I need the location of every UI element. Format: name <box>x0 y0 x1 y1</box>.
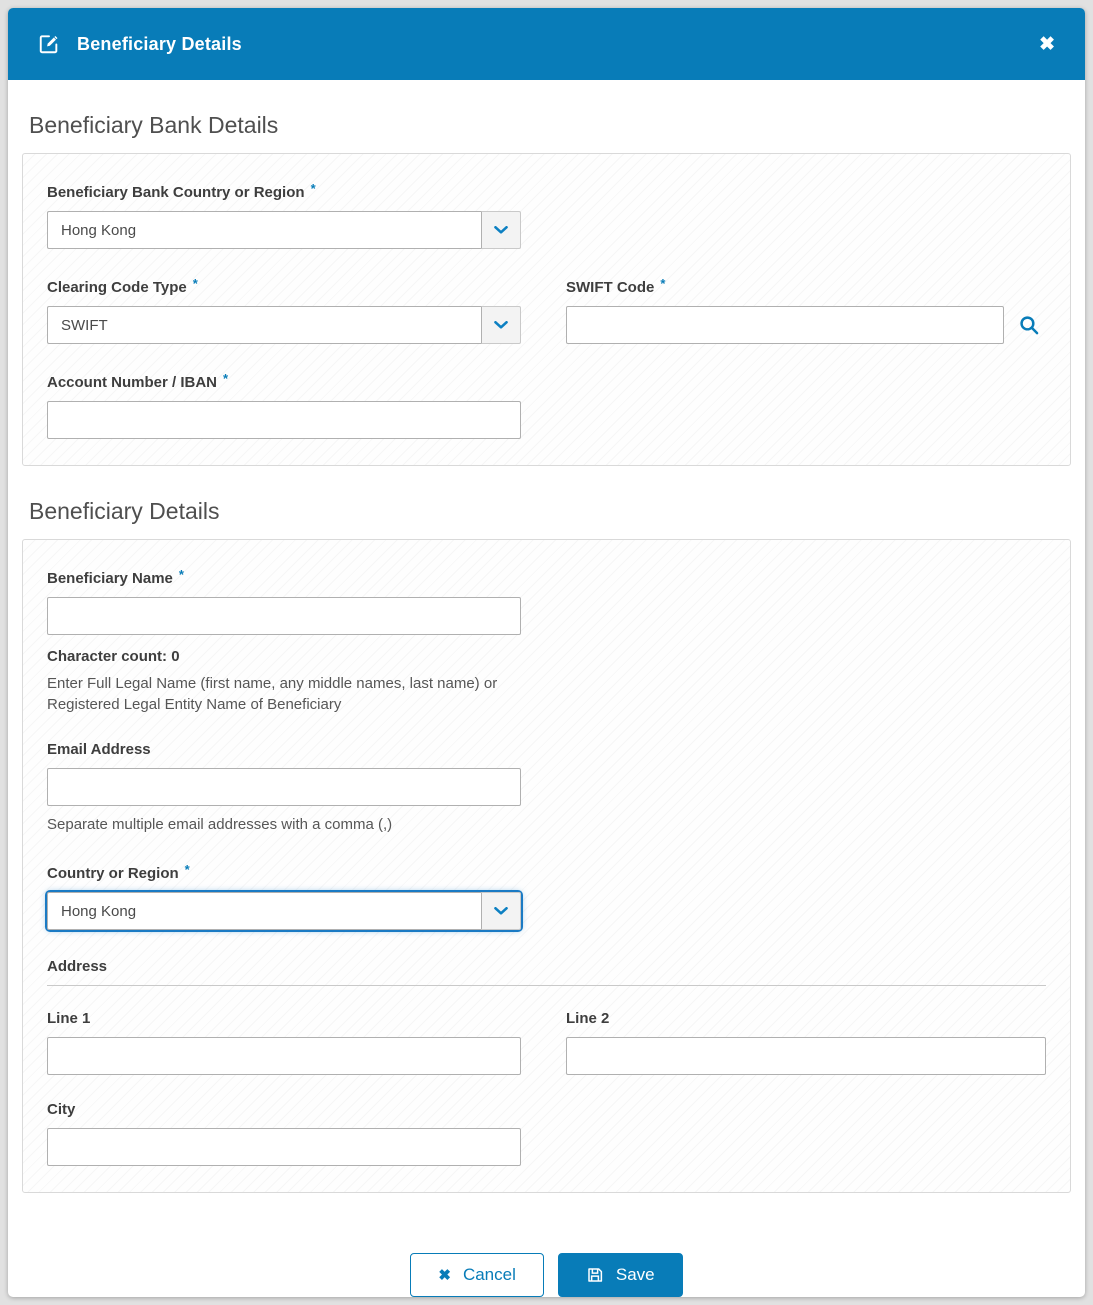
email-label: Email Address <box>47 741 151 758</box>
clearing-code-field: Clearing Code Type * SWIFT <box>47 275 521 344</box>
swift-code-label: SWIFT Code <box>566 279 654 296</box>
clearing-code-select-value: SWIFT <box>47 306 481 344</box>
beneficiary-name-input[interactable] <box>47 597 521 635</box>
modal-title: Beneficiary Details <box>77 34 242 55</box>
chevron-down-icon <box>494 226 508 234</box>
bank-country-label: Beneficiary Bank Country or Region <box>47 184 305 201</box>
account-number-field: Account Number / IBAN * <box>47 370 1046 439</box>
beneficiary-details-modal: Beneficiary Details ✖ Beneficiary Bank D… <box>8 8 1085 1297</box>
address-line2-field: Line 2 <box>566 1010 1046 1075</box>
address-subsection: Address <box>47 958 1046 986</box>
account-number-input[interactable] <box>47 401 521 439</box>
required-asterisk: * <box>311 181 316 196</box>
bank-country-field: Beneficiary Bank Country or Region * Hong… <box>47 180 1046 249</box>
email-field: Email Address Separate multiple email ad… <box>47 741 1046 835</box>
bank-section-panel: Beneficiary Bank Country or Region * Hong… <box>22 153 1071 466</box>
beneficiary-name-field: Beneficiary Name * Character count: 0 Ent… <box>47 566 1046 715</box>
save-button-label: Save <box>616 1265 655 1285</box>
address-divider <box>47 985 1046 986</box>
chevron-down-icon <box>494 907 508 915</box>
city-field: City <box>47 1101 1046 1166</box>
save-icon <box>586 1266 604 1284</box>
modal-header: Beneficiary Details ✖ <box>8 8 1085 80</box>
country-select[interactable]: Hong Kong <box>47 892 521 930</box>
country-select-toggle[interactable] <box>481 892 521 930</box>
save-button[interactable]: Save <box>558 1253 683 1297</box>
address-line1-label: Line 1 <box>47 1010 90 1027</box>
required-asterisk: * <box>223 371 228 386</box>
address-line2-label: Line 2 <box>566 1010 609 1027</box>
city-input[interactable] <box>47 1128 521 1166</box>
cancel-button-label: Cancel <box>463 1265 516 1285</box>
clearing-code-select[interactable]: SWIFT <box>47 306 521 344</box>
close-icon: ✖ <box>1039 34 1055 55</box>
bank-country-select[interactable]: Hong Kong <box>47 211 521 249</box>
close-button[interactable]: ✖ <box>1039 35 1055 54</box>
swift-code-field: SWIFT Code * <box>566 275 1046 344</box>
required-asterisk: * <box>185 862 190 877</box>
modal-footer: ✖ Cancel Save <box>22 1193 1071 1297</box>
edit-icon <box>38 33 60 55</box>
beneficiary-name-help: Enter Full Legal Name (first name, any m… <box>47 673 542 715</box>
chevron-down-icon <box>494 321 508 329</box>
character-count: Character count: 0 <box>47 648 1046 665</box>
character-count-value: 0 <box>171 648 179 665</box>
address-heading: Address <box>47 958 1046 975</box>
email-help: Separate multiple email addresses with a… <box>47 814 542 835</box>
email-input[interactable] <box>47 768 521 806</box>
search-icon[interactable] <box>1018 314 1040 336</box>
bank-section-heading: Beneficiary Bank Details <box>29 112 1071 139</box>
address-line1-input[interactable] <box>47 1037 521 1075</box>
beneficiary-name-label: Beneficiary Name <box>47 570 173 587</box>
clearing-code-select-toggle[interactable] <box>481 306 521 344</box>
cancel-button[interactable]: ✖ Cancel <box>410 1253 544 1297</box>
required-asterisk: * <box>193 276 198 291</box>
address-line2-input[interactable] <box>566 1037 1046 1075</box>
country-field: Country or Region * Hong Kong <box>47 861 1046 930</box>
beneficiary-section-panel: Beneficiary Name * Character count: 0 Ent… <box>22 539 1071 1193</box>
address-line1-field: Line 1 <box>47 1010 521 1075</box>
country-select-value: Hong Kong <box>47 892 481 930</box>
modal-content: Beneficiary Bank Details Beneficiary Ban… <box>8 112 1085 1297</box>
cancel-x-icon: ✖ <box>438 1266 451 1284</box>
account-number-label: Account Number / IBAN <box>47 374 217 391</box>
required-asterisk: * <box>660 276 665 291</box>
clearing-code-label: Clearing Code Type <box>47 279 187 296</box>
country-label: Country or Region <box>47 865 179 882</box>
beneficiary-section-heading: Beneficiary Details <box>29 498 1071 525</box>
bank-country-select-toggle[interactable] <box>481 211 521 249</box>
required-asterisk: * <box>179 567 184 582</box>
swift-code-input[interactable] <box>566 306 1004 344</box>
bank-country-select-value: Hong Kong <box>47 211 481 249</box>
city-label: City <box>47 1101 75 1118</box>
